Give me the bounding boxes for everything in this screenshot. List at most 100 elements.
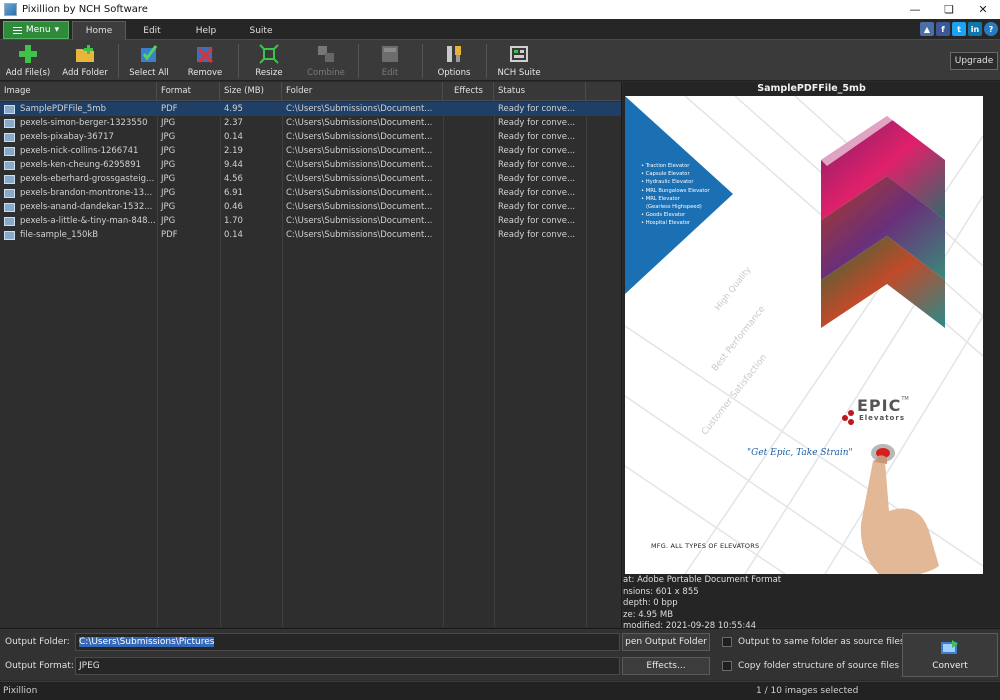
cell-size: 2.19 xyxy=(224,146,243,156)
column-header-effects[interactable]: Effects xyxy=(443,82,494,101)
table-row[interactable]: file-sample_150kB PDF 0.14 C:\Users\Submiss… xyxy=(0,228,621,242)
facebook-icon[interactable]: f xyxy=(936,22,950,36)
cell-name: pexels-eberhard-grossgasteig... xyxy=(20,174,155,184)
options-icon xyxy=(447,46,461,62)
table-row[interactable]: pexels-a-little-&-tiny-man-848... JPG 1.70… xyxy=(0,214,621,228)
cell-status: Ready for conve... xyxy=(498,216,576,226)
tab-help[interactable]: Help xyxy=(184,21,228,40)
menu-label: Menu xyxy=(25,25,51,35)
convert-button[interactable]: Convert xyxy=(902,633,998,677)
output-folder-input[interactable]: C:\Users\Submissions\Pictures xyxy=(75,633,620,651)
output-format-select[interactable]: JPEG xyxy=(75,657,620,675)
document-bullet: • Capsule Elevator xyxy=(641,170,710,178)
cell-folder: C:\Users\Submissions\Document... xyxy=(286,104,433,114)
table-row[interactable]: pexels-brandon-montrone-13... JPG 6.91 C:\U… xyxy=(0,186,621,200)
table-row[interactable]: pexels-eberhard-grossgasteig... JPG 4.56 C:… xyxy=(0,172,621,186)
options-button[interactable]: Options xyxy=(430,42,478,80)
nch-suite-button[interactable]: NCH Suite xyxy=(492,42,546,80)
same-folder-checkbox[interactable] xyxy=(722,637,732,647)
select-all-button[interactable]: Select All xyxy=(124,42,174,80)
document-bullet-text: MRL Bungalows Elevator xyxy=(645,187,710,194)
cell-name: pexels-a-little-&-tiny-man-848... xyxy=(20,216,156,226)
table-row[interactable]: pexels-anand-dandekar-1532... JPG 0.46 C:\U… xyxy=(0,200,621,214)
cell-name: pexels-anand-dandekar-1532... xyxy=(20,202,153,212)
column-header-size[interactable]: Size (MB) xyxy=(220,82,282,101)
app-icon xyxy=(4,3,17,16)
cell-name: SamplePDFFile_5mb xyxy=(20,104,106,114)
upgrade-button[interactable]: Upgrade xyxy=(950,52,998,70)
cell-folder: C:\Users\Submissions\Document... xyxy=(286,118,433,128)
same-folder-label: Output to same folder as source files xyxy=(738,637,905,647)
table-row[interactable]: pexels-pixabay-36717 JPG 0.14 C:\Users\Subm… xyxy=(0,130,621,144)
cell-name: pexels-ken-cheung-6295891 xyxy=(20,160,142,170)
column-header-format[interactable]: Format xyxy=(157,82,220,101)
document-bullet: • Traction Elevator xyxy=(641,162,710,170)
remove-button[interactable]: Remove xyxy=(180,42,230,80)
cell-status: Ready for conve... xyxy=(498,230,576,240)
toolbar: Add File(s) Add Folder Select All Remove… xyxy=(0,40,1000,81)
file-list[interactable]: Image Format Size (MB) Folder Effects St… xyxy=(0,82,622,627)
convert-icon xyxy=(941,640,958,654)
document-bullet: • Goods Elevator xyxy=(641,211,710,219)
table-row[interactable]: SamplePDFFile_5mb PDF 4.95 C:\Users\Submiss… xyxy=(0,102,621,116)
cell-effects xyxy=(443,102,494,116)
cell-effects xyxy=(443,200,494,214)
maximize-icon[interactable]: ❏ xyxy=(932,0,966,19)
cell-name: pexels-nick-collins-1266741 xyxy=(20,146,139,156)
table-row[interactable]: pexels-ken-cheung-6295891 JPG 9.44 C:\Users… xyxy=(0,158,621,172)
cell-status: Ready for conve... xyxy=(498,146,576,156)
tab-suite[interactable]: Suite xyxy=(238,21,284,40)
like-icon[interactable]: ▲ xyxy=(920,22,934,36)
copy-structure-checkbox[interactable] xyxy=(722,661,732,671)
cell-size: 1.70 xyxy=(224,216,243,226)
toolbar-separator xyxy=(238,44,239,78)
title-bar: Pixillion by NCH Software — ❏ ✕ xyxy=(0,0,1000,19)
cell-folder: C:\Users\Submissions\Document... xyxy=(286,146,433,156)
effects-button[interactable]: Effects... xyxy=(622,657,710,675)
social-links: ▲ f t in ? xyxy=(920,22,998,36)
table-row[interactable]: pexels-nick-collins-1266741 JPG 2.19 C:\Use… xyxy=(0,144,621,158)
cell-folder: C:\Users\Submissions\Document... xyxy=(286,230,433,240)
cell-format: JPG xyxy=(161,118,176,128)
options-label: Options xyxy=(437,68,471,78)
add-files-button[interactable]: Add File(s) xyxy=(2,42,54,80)
menu-button[interactable]: Menu ▾ xyxy=(3,21,69,39)
tab-home[interactable]: Home xyxy=(72,21,126,40)
cell-format: JPG xyxy=(161,146,176,156)
linkedin-icon[interactable]: in xyxy=(968,22,982,36)
cell-size: 6.91 xyxy=(224,188,243,198)
cell-effects xyxy=(443,130,494,144)
edit-button[interactable]: Edit xyxy=(366,42,414,80)
add-folder-button[interactable]: Add Folder xyxy=(58,42,112,80)
cell-effects xyxy=(443,186,494,200)
plus-icon xyxy=(19,45,37,63)
edit-label: Edit xyxy=(381,68,399,78)
table-row[interactable]: pexels-simon-berger-1323550 JPG 2.37 C:\Use… xyxy=(0,116,621,130)
minimize-icon[interactable]: — xyxy=(898,0,932,19)
cell-status: Ready for conve... xyxy=(498,188,576,198)
cell-size: 0.14 xyxy=(224,230,243,240)
toolbar-separator xyxy=(486,44,487,78)
window-title: Pixillion by NCH Software xyxy=(22,4,148,15)
twitter-icon[interactable]: t xyxy=(952,22,966,36)
cell-folder: C:\Users\Submissions\Document... xyxy=(286,202,433,212)
resize-button[interactable]: Resize xyxy=(244,42,294,80)
output-folder-label: Output Folder: xyxy=(5,637,70,647)
column-header-folder[interactable]: Folder xyxy=(282,82,443,101)
open-output-folder-button[interactable]: pen Output Folder xyxy=(622,633,710,651)
column-header-status[interactable]: Status xyxy=(494,82,586,101)
cell-effects xyxy=(443,116,494,130)
folder-plus-icon xyxy=(76,45,94,62)
cell-effects xyxy=(443,214,494,228)
toolbar-separator xyxy=(118,44,119,78)
close-icon[interactable]: ✕ xyxy=(966,0,1000,19)
document-bullet-text: Capsule Elevator xyxy=(645,171,690,178)
tab-edit[interactable]: Edit xyxy=(130,21,174,40)
cell-status: Ready for conve... xyxy=(498,174,576,184)
document-bullet: • MRL Elevator xyxy=(641,195,710,203)
column-header-image[interactable]: Image xyxy=(0,82,157,101)
nch-suite-icon xyxy=(510,46,528,62)
help-icon[interactable]: ? xyxy=(984,22,998,36)
cell-status: Ready for conve... xyxy=(498,118,576,128)
combine-button[interactable]: Combine xyxy=(300,42,352,80)
